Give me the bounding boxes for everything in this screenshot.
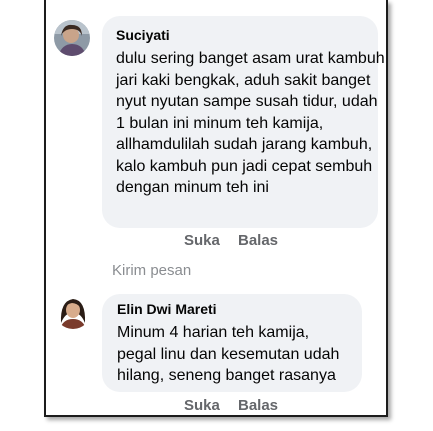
reply-button[interactable]: Balas [238,232,278,249]
comment-text: Minum 4 harian teh kamija, pegal linu da… [117,322,339,387]
comment-line: allhamdulilah sudah jarang kambuh, [116,136,373,153]
comment-author[interactable]: Elin Dwi Mareti [117,301,217,317]
comment-author[interactable]: Suciyati [116,27,170,43]
comment-line: dengan minum teh ini [116,179,269,196]
reply-button[interactable]: Balas [238,397,278,414]
comments-panel: Suciyati dulu sering banget asam urat ka… [44,0,388,417]
comment-line: Minum 4 harian teh kamija, [117,324,310,341]
like-button[interactable]: Suka [184,397,220,414]
comment-text: dulu sering banget asam urat kambuh, jar… [116,48,388,199]
comment-line: dulu sering banget asam urat kambuh, [116,50,388,67]
like-button[interactable]: Suka [184,232,220,249]
comment-line: jari kaki bengkak, aduh sakit banget [116,71,371,89]
comment-line: nyut nyutan sampe susah tidur, udah [116,93,378,110]
send-message-link[interactable]: Kirim pesan [112,262,191,279]
avatar[interactable] [55,293,91,329]
comment-line: 1 bulan ini minum teh kamija, [116,114,324,132]
avatar[interactable] [54,20,90,56]
comment-line: pegal linu dan kesemutan udah [117,345,340,363]
comment-line: kalo kambuh pun jadi cepat sembuh [116,157,373,175]
comment-line: hilang, seneng banget rasanya [117,367,336,384]
